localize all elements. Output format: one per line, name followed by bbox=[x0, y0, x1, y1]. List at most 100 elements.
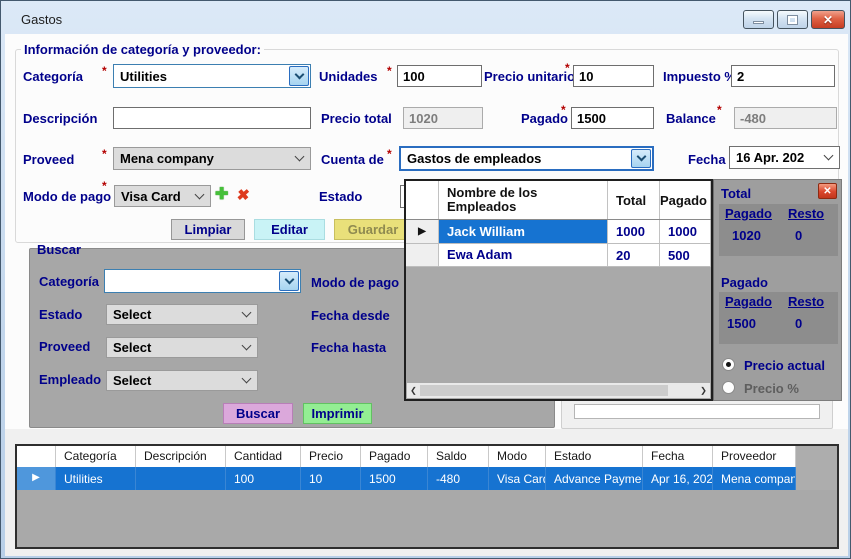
current-row-arrow-icon: ▶ bbox=[32, 472, 40, 483]
col-header[interactable]: Pagado bbox=[361, 446, 428, 467]
chevron-down-icon bbox=[294, 69, 304, 79]
total-table: Pagado Resto 1020 0 bbox=[719, 204, 838, 256]
popup-close-button[interactable]: ✕ bbox=[818, 183, 837, 199]
add-payment-mode-icon[interactable]: ✚ bbox=[215, 184, 228, 204]
precio-unitario-label: Precio unitario bbox=[484, 69, 575, 84]
categoria-combobox-value: Utilities bbox=[120, 69, 167, 84]
close-icon: ✕ bbox=[823, 186, 831, 197]
gasto-row[interactable]: ▶ Utilities 100 10 1500 -480 Visa Card A… bbox=[17, 467, 837, 490]
modo-pago-combobox[interactable]: Visa Card bbox=[114, 185, 211, 207]
precio-total-value: 1020 bbox=[403, 107, 483, 129]
search-categoria-combobox[interactable] bbox=[104, 269, 301, 293]
precio-percent-label[interactable]: Precio % bbox=[744, 381, 799, 396]
pagado-pagado-header: Pagado bbox=[719, 292, 782, 309]
maximize-button[interactable] bbox=[777, 10, 808, 29]
scrollbar-thumb[interactable] bbox=[420, 385, 668, 396]
proveedor-combobox[interactable]: Mena company bbox=[113, 147, 311, 170]
col-header[interactable]: Saldo bbox=[428, 446, 489, 467]
scroll-right-icon[interactable]: ❯ bbox=[697, 386, 710, 395]
col-header[interactable]: Modo bbox=[489, 446, 546, 467]
empleado-pagado-cell[interactable]: 1000 bbox=[660, 220, 711, 243]
empleado-pagado-cell[interactable]: 500 bbox=[660, 244, 711, 266]
buscar-button[interactable]: Buscar bbox=[223, 403, 293, 424]
categoria-dropdown-button[interactable] bbox=[289, 66, 309, 86]
cell-pagado[interactable]: 1500 bbox=[361, 467, 428, 490]
chevron-down-icon bbox=[823, 151, 833, 161]
empleado-total-cell[interactable]: 20 bbox=[608, 244, 660, 266]
chevron-down-icon bbox=[194, 189, 204, 199]
precio-actual-radio[interactable] bbox=[722, 358, 735, 371]
cell-precio[interactable]: 10 bbox=[301, 467, 361, 490]
pagado-pagado-value: 1500 bbox=[719, 309, 782, 331]
col-header[interactable]: Precio bbox=[301, 446, 361, 467]
col-header[interactable]: Categoría bbox=[56, 446, 136, 467]
cell-saldo[interactable]: -480 bbox=[428, 467, 489, 490]
impuesto-input[interactable] bbox=[731, 65, 835, 87]
cell-proveedor[interactable]: Mena company bbox=[713, 467, 796, 490]
empleado-nombre-cell[interactable]: Jack William bbox=[439, 220, 608, 243]
col-header[interactable]: Estado bbox=[546, 446, 643, 467]
proveedor-label: Proveed bbox=[23, 152, 74, 167]
row-selector: ▶ bbox=[406, 220, 439, 243]
categoria-combobox[interactable]: Utilities bbox=[113, 64, 311, 88]
proveedor-dropdown-button[interactable] bbox=[289, 149, 309, 168]
col-total-header[interactable]: Total bbox=[608, 181, 660, 219]
close-button[interactable]: ✕ bbox=[811, 10, 845, 29]
delete-payment-mode-icon[interactable]: ✖ bbox=[236, 186, 251, 204]
cuenta-required-asterisk: * bbox=[387, 147, 392, 161]
minimize-button[interactable] bbox=[743, 10, 774, 29]
pagado-resto-value: 0 bbox=[782, 309, 838, 331]
col-header[interactable]: Fecha bbox=[643, 446, 713, 467]
empleado-nombre-cell[interactable]: Ewa Adam bbox=[439, 244, 608, 266]
modo-pago-label: Modo de pago bbox=[23, 189, 111, 204]
limpiar-button[interactable]: Limpiar bbox=[171, 219, 245, 240]
search-proveedor-dropdown-button[interactable] bbox=[236, 339, 256, 356]
buscar-groupbox-title: Buscar bbox=[37, 242, 81, 257]
precio-percent-radio[interactable] bbox=[722, 381, 735, 394]
col-header[interactable]: Cantidad bbox=[226, 446, 301, 467]
guardar-button[interactable]: Guardar bbox=[334, 219, 412, 240]
precio-unitario-input[interactable] bbox=[573, 65, 654, 87]
cuenta-combobox[interactable]: Gastos de empleados bbox=[399, 146, 654, 171]
notes-textbox-partial[interactable] bbox=[574, 404, 820, 419]
col-header[interactable]: Proveedor bbox=[713, 446, 796, 467]
empleados-grid-header: Nombre de los Empleados Total Pagado bbox=[406, 181, 711, 220]
minimize-icon bbox=[753, 21, 764, 24]
search-estado-combobox[interactable]: Select bbox=[106, 304, 258, 325]
precio-actual-label[interactable]: Precio actual bbox=[744, 358, 825, 373]
scroll-left-icon[interactable]: ❮ bbox=[407, 386, 420, 395]
search-estado-dropdown-button[interactable] bbox=[236, 306, 256, 323]
col-nombre-header[interactable]: Nombre de los Empleados bbox=[439, 181, 608, 219]
empleado-row[interactable]: Ewa Adam 20 500 bbox=[406, 244, 711, 267]
pagado-input[interactable] bbox=[571, 107, 654, 129]
unidades-input[interactable] bbox=[397, 65, 482, 87]
search-empleado-combobox[interactable]: Select bbox=[106, 370, 258, 391]
empleado-total-cell[interactable]: 1000 bbox=[608, 220, 660, 243]
search-categoria-dropdown-button[interactable] bbox=[279, 271, 299, 291]
col-header[interactable]: Descripción bbox=[136, 446, 226, 467]
modo-pago-dropdown-button[interactable] bbox=[189, 187, 209, 205]
col-pagado-header[interactable]: Pagado bbox=[660, 181, 711, 219]
descripcion-input[interactable] bbox=[113, 107, 311, 129]
total-resto-header: Resto bbox=[782, 204, 838, 221]
cell-cantidad[interactable]: 100 bbox=[226, 467, 301, 490]
total-pagado-header: Pagado bbox=[719, 204, 782, 221]
fecha-datepicker[interactable]: 16 Apr. 202 bbox=[729, 146, 840, 169]
search-proveedor-combobox[interactable]: Select bbox=[106, 337, 258, 358]
descripcion-label: Descripción bbox=[23, 111, 97, 126]
cell-descripcion[interactable] bbox=[136, 467, 226, 490]
cell-categoria[interactable]: Utilities bbox=[56, 467, 136, 490]
empleado-row[interactable]: ▶ Jack William 1000 1000 bbox=[406, 220, 711, 244]
search-modo-pago-label: Modo de pago bbox=[311, 275, 399, 290]
chevron-down-icon bbox=[241, 341, 251, 351]
search-empleado-dropdown-button[interactable] bbox=[236, 372, 256, 389]
horizontal-scrollbar[interactable]: ❮ ❯ bbox=[407, 383, 710, 398]
editar-button[interactable]: Editar bbox=[254, 219, 325, 240]
cell-modo[interactable]: Visa Card bbox=[489, 467, 546, 490]
fecha-dropdown-button[interactable] bbox=[818, 148, 838, 167]
imprimir-button[interactable]: Imprimir bbox=[303, 403, 372, 424]
cuenta-dropdown-button[interactable] bbox=[631, 149, 651, 168]
cell-estado[interactable]: Advance Payment bbox=[546, 467, 643, 490]
cell-fecha[interactable]: Apr 16, 2025 bbox=[643, 467, 713, 490]
total-section-label: Total bbox=[721, 186, 751, 201]
